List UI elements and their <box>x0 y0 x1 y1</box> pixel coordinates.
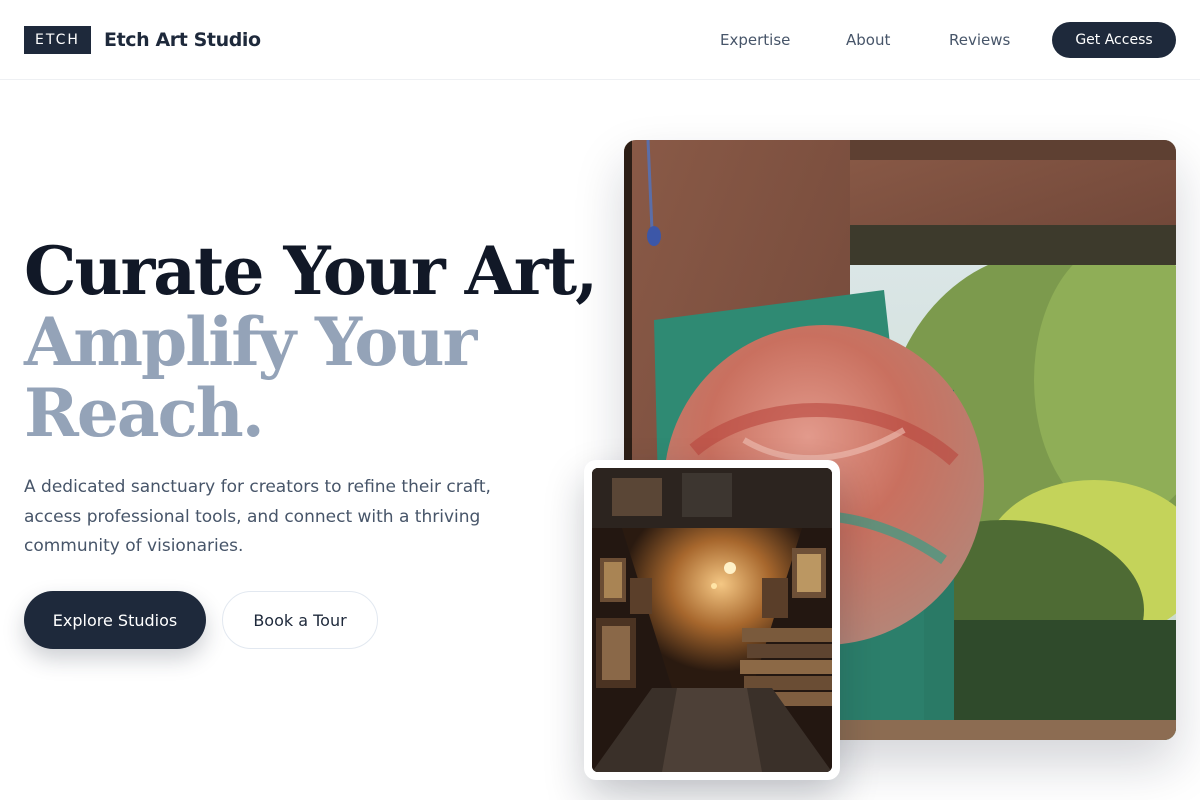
art-storage-room-illustration <box>592 468 832 772</box>
gallery-interior-card <box>584 460 840 780</box>
book-tour-button[interactable]: Book a Tour <box>222 591 378 649</box>
nav-link-expertise[interactable]: Expertise <box>720 31 790 49</box>
landing-page: ETCH Etch Art Studio Expertise About Rev… <box>0 0 1200 800</box>
explore-studios-button[interactable]: Explore Studios <box>24 591 206 649</box>
headline-line-2: Amplify Your <box>24 303 477 381</box>
site-header: ETCH Etch Art Studio Expertise About Rev… <box>0 0 1200 80</box>
get-access-button[interactable]: Get Access <box>1052 22 1176 58</box>
gallery-interior-image <box>592 468 832 772</box>
logo-name: Etch Art Studio <box>104 29 261 51</box>
nav-link-about[interactable]: About <box>846 31 890 49</box>
nav-link-reviews[interactable]: Reviews <box>949 31 1010 49</box>
hero-headline: Curate Your Art, Amplify Your Reach. <box>24 236 604 449</box>
logo-mark: ETCH <box>24 26 91 54</box>
hero-lead-paragraph: A dedicated sanctuary for creators to re… <box>24 477 491 556</box>
headline-line-1: Curate Your Art, <box>24 232 598 310</box>
brand-logo[interactable]: ETCH Etch Art Studio <box>24 26 261 54</box>
headline-line-3: Reach. <box>24 374 265 452</box>
